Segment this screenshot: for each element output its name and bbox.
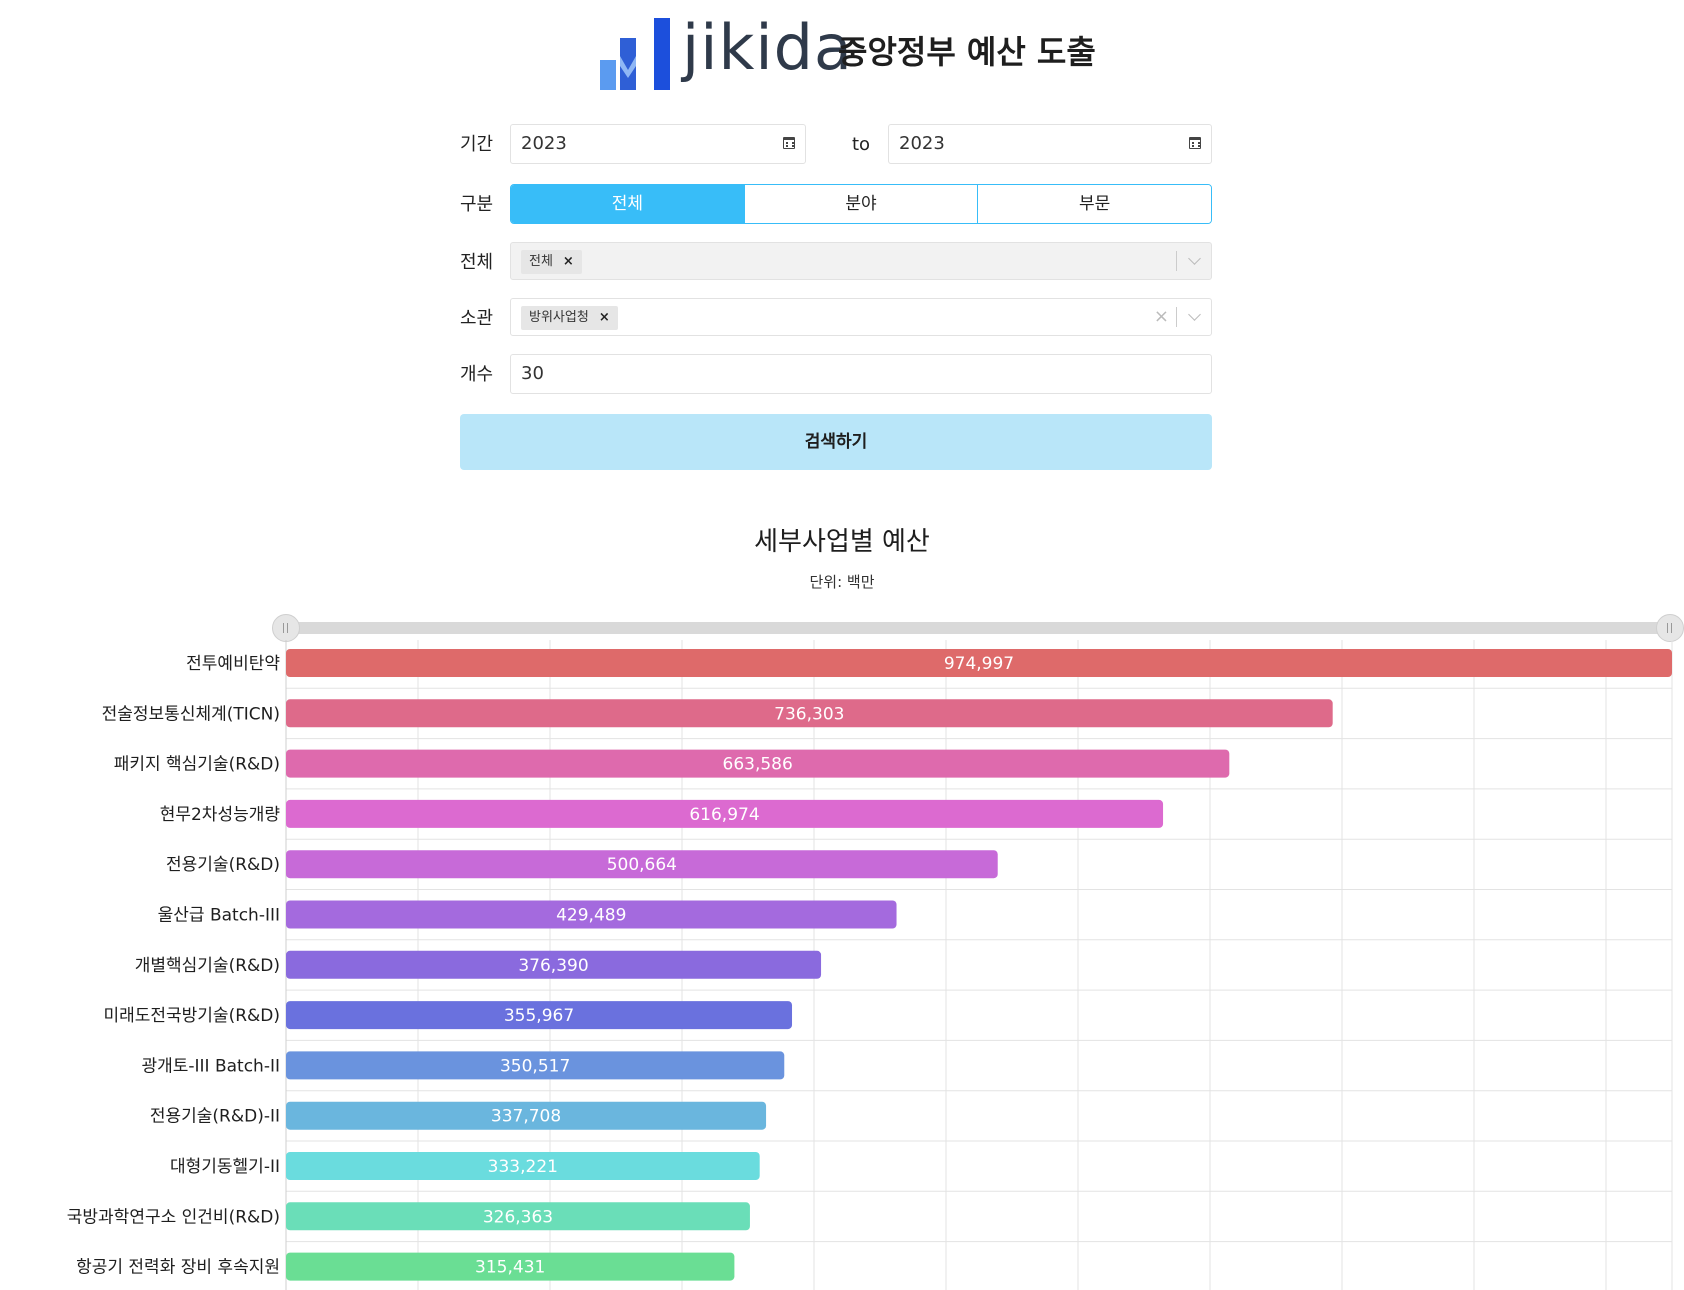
bar-value-label: 663,586 <box>723 755 793 775</box>
bar-value-label: 326,363 <box>483 1207 553 1227</box>
chart-title: 세부사업별 예산 <box>754 527 930 557</box>
category-label: 항공기 전력화 장비 후속지원 <box>76 1258 280 1278</box>
category-option-all[interactable]: 전체 <box>511 185 745 223</box>
bar-value-label: 337,708 <box>491 1107 561 1127</box>
chevron-down-icon[interactable] <box>1188 252 1201 265</box>
bar-value-label: 736,303 <box>774 704 844 724</box>
bar-value-label: 355,967 <box>504 1006 574 1026</box>
chart-unit-label: 단위: 백만 <box>809 573 875 591</box>
bar-value-label: 616,974 <box>689 805 759 825</box>
category-option-sector[interactable]: 부문 <box>978 185 1211 223</box>
chip-remove-icon[interactable]: × <box>563 250 574 274</box>
period-to-label: to <box>852 134 871 155</box>
scope-label: 전체 <box>460 252 494 273</box>
ministry-chip: 방위사업청 × <box>521 306 618 330</box>
select-separator <box>1176 307 1177 327</box>
period-from-value: 2023 <box>521 133 567 154</box>
category-label: 개별핵심기술(R&D) <box>135 956 280 976</box>
logo: jikida <box>600 11 852 96</box>
category-label: 구분 <box>460 194 494 215</box>
scope-select[interactable]: 전체 × <box>510 242 1212 280</box>
range-slider-track[interactable] <box>286 622 1672 634</box>
category-label: 대형기동헬기-II <box>170 1157 280 1177</box>
count-row: 개수 30 <box>460 354 1212 396</box>
chevron-down-icon[interactable] <box>1188 308 1201 321</box>
bar-value-label: 429,489 <box>556 906 626 926</box>
category-option-field[interactable]: 분야 <box>744 185 979 223</box>
period-from-input[interactable]: 2023 <box>510 124 806 164</box>
logo-text: jikida <box>682 11 853 84</box>
ministry-row: 소관 방위사업청 × × <box>460 298 1212 340</box>
category-label: 패키지 핵심기술(R&D) <box>114 755 280 775</box>
category-label: 전투예비탄약 <box>186 654 280 674</box>
scope-row: 전체 전체 × <box>460 242 1212 284</box>
range-slider-start-handle[interactable] <box>272 614 300 642</box>
header: jikida 중앙정부 예산 도출 <box>0 0 1684 100</box>
bar-value-label: 500,664 <box>607 855 677 875</box>
ministry-label: 소관 <box>460 308 494 329</box>
ministry-select[interactable]: 방위사업청 × × <box>510 298 1212 336</box>
calendar-icon[interactable] <box>783 137 795 149</box>
category-label: 울산급 Batch-III <box>158 906 280 926</box>
select-separator <box>1176 251 1177 271</box>
clear-icon[interactable]: × <box>1154 299 1169 335</box>
count-label: 개수 <box>460 364 494 385</box>
bar-value-label: 350,517 <box>500 1056 570 1076</box>
chip-remove-icon[interactable]: × <box>599 306 610 330</box>
bar-value-label: 376,390 <box>518 956 588 976</box>
category-label: 전용기술(R&D)-II <box>150 1107 280 1127</box>
app-title: 중앙정부 예산 도출 <box>838 33 1096 71</box>
count-input[interactable]: 30 <box>510 354 1212 394</box>
period-to-input[interactable]: 2023 <box>888 124 1212 164</box>
bar-value-label: 974,997 <box>944 654 1014 674</box>
ministry-chip-label: 방위사업청 <box>529 310 589 325</box>
category-label: 미래도전국방기술(R&D) <box>103 1006 280 1026</box>
period-label: 기간 <box>460 134 494 155</box>
logo-bars-icon <box>600 18 670 90</box>
category-label: 국방과학연구소 인건비(R&D) <box>67 1207 280 1227</box>
range-slider-end-handle[interactable] <box>1656 614 1684 642</box>
category-label: 전술정보통신체계(TICN) <box>102 704 280 724</box>
scope-chip: 전체 × <box>521 250 582 274</box>
bar-value-label: 333,221 <box>488 1157 558 1177</box>
calendar-icon[interactable] <box>1189 137 1201 149</box>
period-to-value: 2023 <box>899 133 945 154</box>
search-button[interactable]: 검색하기 <box>460 414 1212 470</box>
category-row: 구분 전체 분야 부문 <box>460 184 1212 226</box>
category-label: 전용기술(R&D) <box>166 855 280 875</box>
category-segmented-control: 전체 분야 부문 <box>510 184 1212 224</box>
budget-bar-chart: 974,997 전투예비탄약 736,303 전술정보통신체계(TICN) 663,58… <box>67 640 1673 1290</box>
category-label: 현무2차성능개량 <box>160 805 281 825</box>
period-row: 기간 2023 to 2023 <box>460 124 1212 166</box>
category-label: 광개토-III Batch-II <box>141 1056 280 1076</box>
scope-chip-label: 전체 <box>529 254 553 269</box>
bar-value-label: 315,431 <box>475 1258 545 1278</box>
count-value: 30 <box>521 363 544 384</box>
